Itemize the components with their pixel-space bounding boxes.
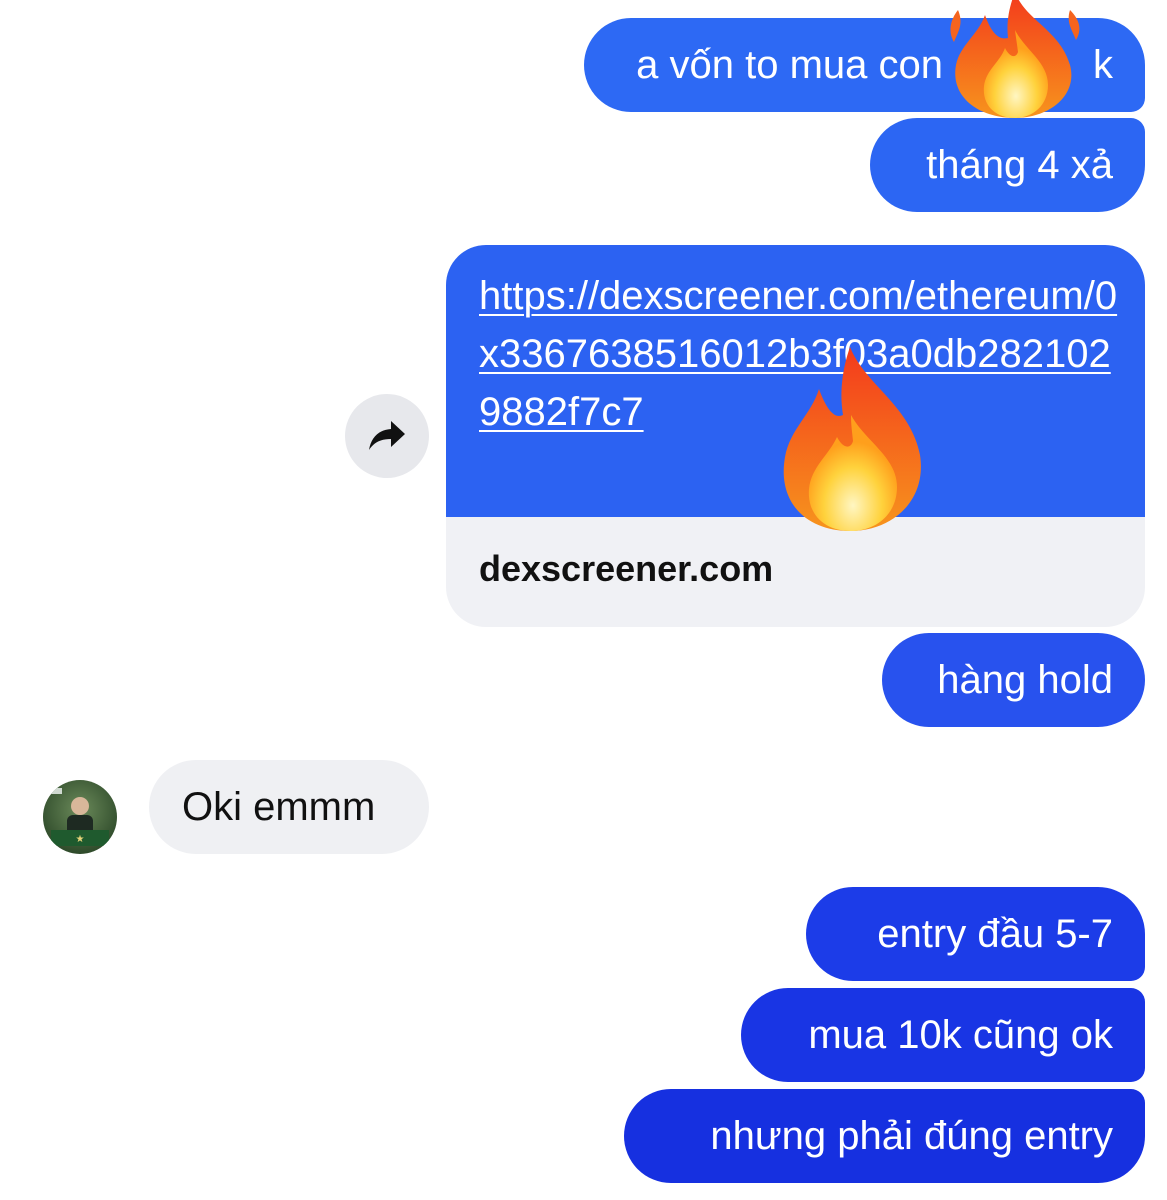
- message-text: Oki emmm: [182, 785, 376, 829]
- link-domain: dexscreener.com: [479, 548, 774, 589]
- message-text: tháng 4 xả: [926, 143, 1113, 187]
- outgoing-message[interactable]: entry đầu 5-7: [806, 887, 1145, 981]
- svg-text:★: ★: [76, 834, 85, 845]
- message-text: hàng hold: [937, 658, 1113, 702]
- message-text: a vốn to mua con: [636, 43, 943, 87]
- message-text: nhưng phải đúng entry: [710, 1114, 1113, 1158]
- contact-avatar[interactable]: ★: [43, 780, 117, 854]
- incoming-message[interactable]: Oki emmm: [149, 760, 429, 854]
- outgoing-message[interactable]: tháng 4 xả: [870, 118, 1145, 212]
- outgoing-message[interactable]: hàng hold: [882, 633, 1145, 727]
- share-button[interactable]: [345, 394, 429, 478]
- message-text: mua 10k cũng ok: [808, 1013, 1113, 1057]
- avatar-image: ★: [43, 780, 117, 854]
- share-arrow-icon: [369, 421, 405, 450]
- fire-emoji-icon: [950, 0, 1080, 118]
- outgoing-message[interactable]: nhưng phải đúng entry: [624, 1089, 1145, 1183]
- fire-emoji-icon: [783, 347, 921, 531]
- message-text: entry đầu 5-7: [877, 912, 1113, 956]
- outgoing-message[interactable]: mua 10k cũng ok: [741, 988, 1145, 1082]
